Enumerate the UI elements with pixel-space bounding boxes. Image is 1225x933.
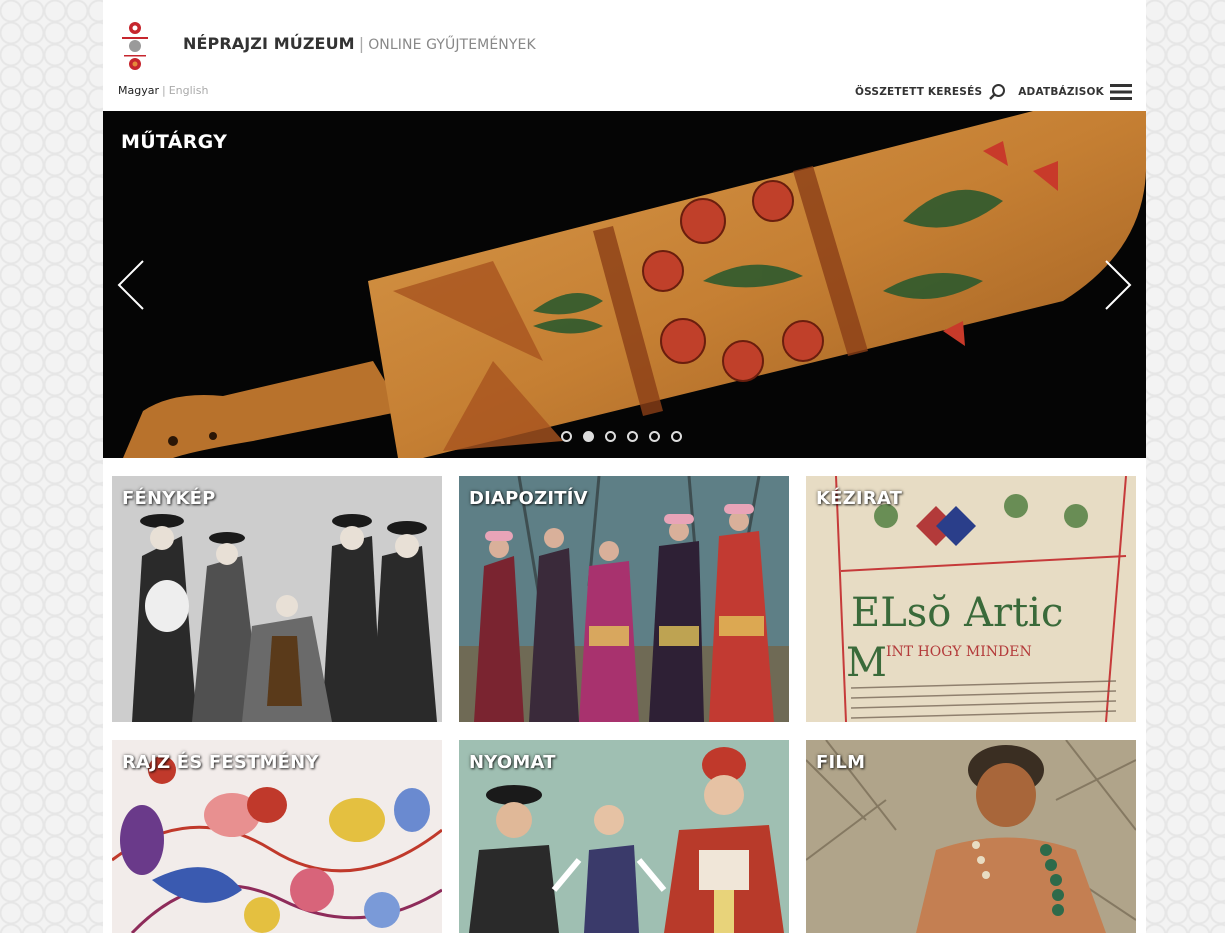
databases-label: ADATBÁZISOK <box>1018 86 1104 98</box>
hero-title[interactable]: MŰTÁRGY <box>121 131 227 153</box>
svg-text:M: M <box>846 640 887 686</box>
lang-english[interactable]: English <box>169 84 209 97</box>
tile-label: NYOMAT <box>469 752 556 773</box>
carousel-dot[interactable] <box>605 431 616 442</box>
site-title[interactable]: NÉPRAJZI MÚZEUM | ONLINE GYŰJTEMÉNYEK <box>183 34 536 53</box>
museum-name: NÉPRAJZI MÚZEUM <box>183 34 355 53</box>
tile-manuscript[interactable]: ELsŏ Artic M INT HOGY MINDEN KÉZIRAT <box>806 476 1136 722</box>
carousel-dot[interactable] <box>649 431 660 442</box>
advanced-search-link[interactable]: ÖSSZETETT KERESÉS <box>855 83 1006 101</box>
chevron-left-icon <box>117 260 144 310</box>
page: NÉPRAJZI MÚZEUM | ONLINE GYŰJTEMÉNYEK Magy… <box>103 0 1146 933</box>
carousel-dot[interactable] <box>671 431 682 442</box>
tile-print[interactable]: NYOMAT <box>459 740 789 933</box>
tile-image-musicians-photo <box>112 476 442 722</box>
svg-text:ELsŏ Artic: ELsŏ Artic <box>851 590 1063 636</box>
carousel-prev-button[interactable] <box>117 259 145 315</box>
title-separator: | <box>358 34 365 53</box>
tile-label: FÉNYKÉP <box>122 488 216 509</box>
svg-text:INT HOGY MINDEN: INT HOGY MINDEN <box>886 644 1032 660</box>
carousel-dot[interactable] <box>561 431 572 442</box>
hero-image-painted-paddle <box>123 111 1146 458</box>
site-subtitle: ONLINE GYŰJTEMÉNYEK <box>368 37 536 53</box>
carousel-indicators <box>561 431 693 442</box>
carousel-next-button[interactable] <box>1104 259 1132 315</box>
lang-hungarian[interactable]: Magyar <box>118 84 159 97</box>
tile-image-manuscript-page: ELsŏ Artic M INT HOGY MINDEN <box>806 476 1136 722</box>
tile-label: FILM <box>816 752 866 773</box>
tile-image-folk-costume-slide <box>459 476 789 722</box>
tile-label: DIAPOZITÍV <box>469 488 588 509</box>
chevron-right-icon <box>1105 260 1132 310</box>
tile-film[interactable]: FILM <box>806 740 1136 933</box>
hamburger-menu-icon <box>1110 84 1132 100</box>
hero-carousel[interactable]: MŰTÁRGY <box>103 111 1146 458</box>
lang-separator: | <box>162 84 166 97</box>
museum-logo-icon[interactable] <box>121 20 149 72</box>
databases-menu[interactable]: ADATBÁZISOK <box>1018 83 1132 101</box>
tile-slide[interactable]: DIAPOZITÍV <box>459 476 789 722</box>
carousel-dot[interactable] <box>627 431 638 442</box>
tile-photograph[interactable]: FÉNYKÉP <box>112 476 442 722</box>
search-icon <box>989 84 1006 100</box>
tile-label: KÉZIRAT <box>816 488 903 509</box>
site-header: NÉPRAJZI MÚZEUM | ONLINE GYŰJTEMÉNYEK Magy… <box>103 0 1146 111</box>
tile-drawing-painting[interactable]: RAJZ ÉS FESTMÉNY <box>112 740 442 933</box>
advanced-search-label: ÖSSZETETT KERESÉS <box>855 86 983 98</box>
language-switcher: Magyar | English <box>118 84 208 97</box>
header-nav: ÖSSZETETT KERESÉS ADATBÁZISOK <box>855 79 1132 105</box>
tile-label: RAJZ ÉS FESTMÉNY <box>122 752 319 773</box>
carousel-dot-active[interactable] <box>583 431 594 442</box>
